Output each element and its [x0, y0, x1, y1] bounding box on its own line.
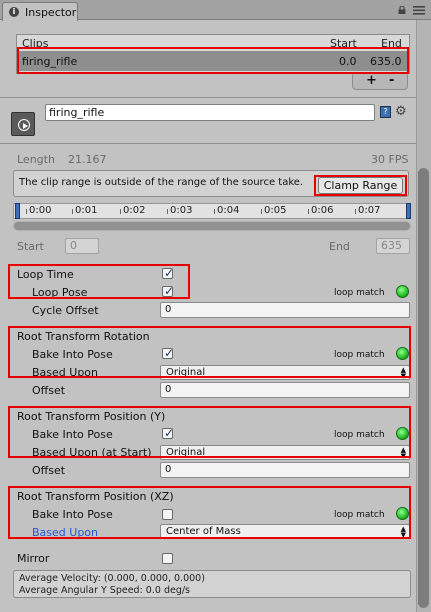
timeline-tick-mark	[214, 209, 215, 214]
timeline-end-handle[interactable]	[406, 203, 411, 219]
timeline-tick: 0:02	[123, 205, 146, 216]
divider	[0, 143, 416, 144]
inspector-tab-bar: i Inspector	[0, 0, 431, 21]
length-label: Length	[17, 153, 55, 166]
start-label: Start	[17, 240, 44, 253]
inspector-tab-label: Inspector	[25, 6, 77, 19]
play-icon	[18, 119, 30, 131]
mirror-label: Mirror	[17, 552, 50, 565]
play-triangle-icon	[23, 122, 28, 129]
range-warning-text: The clip range is outside of the range o…	[19, 177, 304, 188]
rotation-offset-field[interactable]: 0	[160, 382, 410, 398]
clip-row-highlight	[17, 47, 409, 74]
timeline-tick: 0:03	[170, 205, 193, 216]
position-y-offset-label: Offset	[32, 464, 66, 477]
timeline-tick: 0:07	[358, 205, 381, 216]
clamp-range-highlight	[314, 175, 407, 196]
average-angular-speed-text: Average Angular Y Speed: 0.0 deg/s	[19, 585, 190, 596]
loop-match-label: loop match	[334, 288, 385, 298]
loop-match-indicator-icon	[396, 285, 409, 298]
cycle-offset-label: Cycle Offset	[32, 304, 99, 317]
timeline-tick: 0:05	[264, 205, 287, 216]
cycle-offset-field[interactable]: 0	[160, 302, 410, 318]
timeline-tick-mark	[355, 209, 356, 214]
position-y-offset-field[interactable]: 0	[160, 462, 410, 478]
loop-highlight	[8, 264, 190, 299]
gear-icon[interactable]: ⚙	[395, 104, 407, 119]
position-xz-highlight	[8, 486, 411, 539]
timeline-tick-mark	[26, 209, 27, 214]
divider	[0, 97, 416, 98]
preview-play-button[interactable]	[11, 112, 35, 136]
help-icon[interactable]: ?	[380, 106, 391, 118]
fps-value: 30 FPS	[371, 153, 409, 166]
add-clip-button[interactable]: +	[366, 73, 377, 88]
timeline-tick-mark	[72, 209, 73, 214]
motion-info-box: Average Velocity: (0.000, 0.000, 0.000) …	[13, 570, 411, 598]
mirror-checkbox[interactable]	[162, 553, 173, 564]
timeline-tick: 0:06	[311, 205, 334, 216]
clip-add-remove-bar: + -	[352, 73, 408, 90]
lock-icon[interactable]	[398, 6, 406, 14]
rotation-highlight	[8, 326, 411, 378]
end-label: End	[329, 240, 350, 253]
end-field[interactable]: 635	[376, 238, 410, 254]
remove-clip-button[interactable]: -	[389, 73, 394, 88]
position-y-highlight	[8, 406, 411, 458]
vertical-scrollbar-thumb[interactable]	[418, 168, 429, 608]
length-value: 21.167	[68, 153, 107, 166]
timeline-tick-mark	[308, 209, 309, 214]
timeline-tick-mark	[120, 209, 121, 214]
timeline-tick-mark	[261, 209, 262, 214]
average-velocity-text: Average Velocity: (0.000, 0.000, 0.000)	[19, 573, 205, 584]
timeline-tick: 0:00	[29, 205, 52, 216]
clip-name-input[interactable]: firing_rifle	[45, 104, 375, 121]
timeline-tick-mark	[167, 209, 168, 214]
menu-icon[interactable]	[413, 6, 425, 15]
timeline-scrollbar-thumb[interactable]	[14, 222, 410, 230]
timeline-tick: 0:01	[75, 205, 98, 216]
rotation-offset-label: Offset	[32, 384, 66, 397]
info-icon: i	[9, 7, 19, 17]
start-field[interactable]: 0	[65, 238, 99, 254]
timeline-start-handle[interactable]	[15, 203, 20, 219]
timeline-tick: 0:04	[217, 205, 240, 216]
inspector-tab[interactable]: i Inspector	[2, 2, 78, 21]
